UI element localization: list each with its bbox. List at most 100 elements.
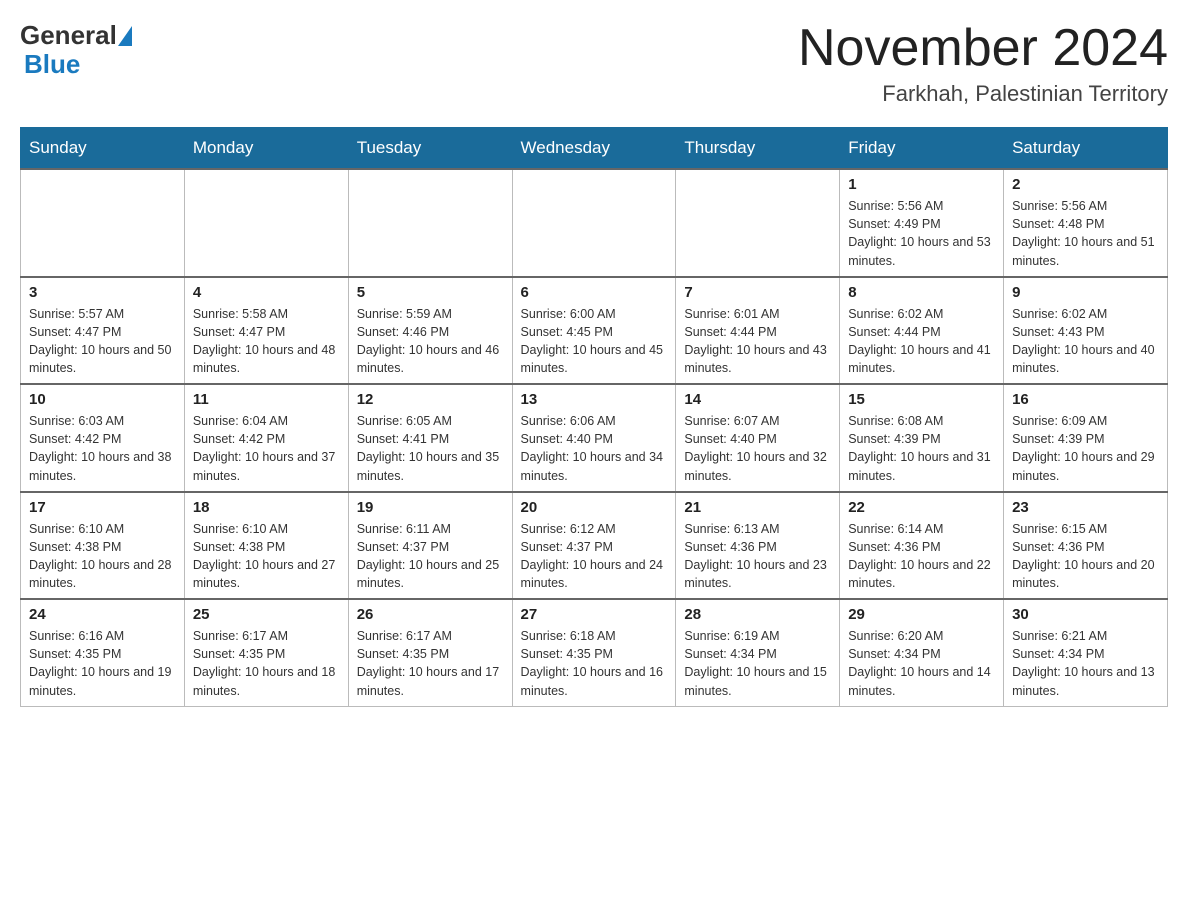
day-info: Sunrise: 5:56 AM Sunset: 4:49 PM Dayligh… [848,197,995,270]
day-info: Sunrise: 6:05 AM Sunset: 4:41 PM Dayligh… [357,412,504,485]
calendar-header-sunday: Sunday [21,128,185,170]
day-info: Sunrise: 6:17 AM Sunset: 4:35 PM Dayligh… [357,627,504,700]
page-header: General Blue November 2024 Farkhah, Pale… [20,20,1168,107]
day-info: Sunrise: 6:10 AM Sunset: 4:38 PM Dayligh… [193,520,340,593]
day-info: Sunrise: 6:01 AM Sunset: 4:44 PM Dayligh… [684,305,831,378]
calendar-cell: 21 Sunrise: 6:13 AM Sunset: 4:36 PM Dayli… [676,492,840,600]
day-info: Sunrise: 5:57 AM Sunset: 4:47 PM Dayligh… [29,305,176,378]
day-number: 19 [357,499,504,516]
day-number: 30 [1012,606,1159,623]
logo: General Blue [20,20,133,80]
calendar-cell: 3Sunrise: 5:57 AM Sunset: 4:47 PM Daylig… [21,277,185,385]
calendar-cell: 28Sunrise: 6:19 AM Sunset: 4:34 PM Dayli… [676,599,840,706]
day-number: 13 [521,391,668,408]
day-number: 7 [684,284,831,301]
week-row-4: 17Sunrise: 6:10 AM Sunset: 4:38 PM Dayli… [21,492,1168,600]
logo-blue-text: Blue [20,49,80,80]
day-info: Sunrise: 6:21 AM Sunset: 4:34 PM Dayligh… [1012,627,1159,700]
calendar-cell: 13 Sunrise: 6:06 AM Sunset: 4:40 PM Dayli… [512,384,676,492]
day-info: Sunrise: 6:17 AM Sunset: 4:35 PM Dayligh… [193,627,340,700]
calendar-cell: 18 Sunrise: 6:10 AM Sunset: 4:38 PM Dayli… [184,492,348,600]
day-number: 18 [193,499,340,516]
day-info: Sunrise: 6:14 AM Sunset: 4:36 PM Dayligh… [848,520,995,593]
day-info: Sunrise: 6:06 AM Sunset: 4:40 PM Dayligh… [521,412,668,485]
day-info: Sunrise: 5:56 AM Sunset: 4:48 PM Dayligh… [1012,197,1159,270]
day-info: Sunrise: 6:18 AM Sunset: 4:35 PM Dayligh… [521,627,668,700]
day-number: 22 [848,499,995,516]
day-number: 21 [684,499,831,516]
calendar-table: SundayMondayTuesdayWednesdayThursdayFrid… [20,127,1168,707]
calendar-header-friday: Friday [840,128,1004,170]
calendar-cell: 30 Sunrise: 6:21 AM Sunset: 4:34 PM Dayli… [1004,599,1168,706]
calendar-cell: 10 Sunrise: 6:03 AM Sunset: 4:42 PM Dayli… [21,384,185,492]
calendar-header-row: SundayMondayTuesdayWednesdayThursdayFrid… [21,128,1168,170]
week-row-5: 24Sunrise: 6:16 AM Sunset: 4:35 PM Dayli… [21,599,1168,706]
day-info: Sunrise: 6:11 AM Sunset: 4:37 PM Dayligh… [357,520,504,593]
calendar-cell [348,169,512,277]
calendar-cell: 26 Sunrise: 6:17 AM Sunset: 4:35 PM Dayli… [348,599,512,706]
calendar-cell: 25 Sunrise: 6:17 AM Sunset: 4:35 PM Dayli… [184,599,348,706]
calendar-header-tuesday: Tuesday [348,128,512,170]
day-info: Sunrise: 6:00 AM Sunset: 4:45 PM Dayligh… [521,305,668,378]
day-number: 9 [1012,284,1159,301]
day-number: 27 [521,606,668,623]
calendar-cell: 19 Sunrise: 6:11 AM Sunset: 4:37 PM Dayli… [348,492,512,600]
calendar-cell [21,169,185,277]
calendar-cell: 16Sunrise: 6:09 AM Sunset: 4:39 PM Dayli… [1004,384,1168,492]
day-info: Sunrise: 6:12 AM Sunset: 4:37 PM Dayligh… [521,520,668,593]
calendar-header-thursday: Thursday [676,128,840,170]
calendar-cell: 12 Sunrise: 6:05 AM Sunset: 4:41 PM Dayli… [348,384,512,492]
day-info: Sunrise: 6:02 AM Sunset: 4:43 PM Dayligh… [1012,305,1159,378]
calendar-cell [676,169,840,277]
day-number: 29 [848,606,995,623]
calendar-cell: 1Sunrise: 5:56 AM Sunset: 4:49 PM Daylig… [840,169,1004,277]
location-text: Farkhah, Palestinian Territory [798,81,1168,107]
logo-triangle-icon [118,26,132,46]
day-number: 10 [29,391,176,408]
day-number: 20 [521,499,668,516]
day-number: 14 [684,391,831,408]
day-info: Sunrise: 6:16 AM Sunset: 4:35 PM Dayligh… [29,627,176,700]
day-number: 25 [193,606,340,623]
day-number: 26 [357,606,504,623]
calendar-cell: 5 Sunrise: 5:59 AM Sunset: 4:46 PM Daylig… [348,277,512,385]
calendar-cell: 23Sunrise: 6:15 AM Sunset: 4:36 PM Dayli… [1004,492,1168,600]
calendar-cell: 8 Sunrise: 6:02 AM Sunset: 4:44 PM Daylig… [840,277,1004,385]
day-info: Sunrise: 6:13 AM Sunset: 4:36 PM Dayligh… [684,520,831,593]
week-row-2: 3Sunrise: 5:57 AM Sunset: 4:47 PM Daylig… [21,277,1168,385]
calendar-cell: 9 Sunrise: 6:02 AM Sunset: 4:43 PM Daylig… [1004,277,1168,385]
week-row-1: 1Sunrise: 5:56 AM Sunset: 4:49 PM Daylig… [21,169,1168,277]
week-row-3: 10 Sunrise: 6:03 AM Sunset: 4:42 PM Dayli… [21,384,1168,492]
calendar-cell: 11 Sunrise: 6:04 AM Sunset: 4:42 PM Dayli… [184,384,348,492]
day-number: 5 [357,284,504,301]
calendar-cell: 22 Sunrise: 6:14 AM Sunset: 4:36 PM Dayli… [840,492,1004,600]
day-number: 15 [848,391,995,408]
calendar-cell: 27 Sunrise: 6:18 AM Sunset: 4:35 PM Dayli… [512,599,676,706]
day-number: 28 [684,606,831,623]
calendar-cell: 7 Sunrise: 6:01 AM Sunset: 4:44 PM Daylig… [676,277,840,385]
calendar-cell: 14Sunrise: 6:07 AM Sunset: 4:40 PM Dayli… [676,384,840,492]
day-info: Sunrise: 6:02 AM Sunset: 4:44 PM Dayligh… [848,305,995,378]
day-number: 16 [1012,391,1159,408]
day-number: 6 [521,284,668,301]
calendar-cell: 24Sunrise: 6:16 AM Sunset: 4:35 PM Dayli… [21,599,185,706]
day-info: Sunrise: 6:03 AM Sunset: 4:42 PM Dayligh… [29,412,176,485]
title-area: November 2024 Farkhah, Palestinian Terri… [798,20,1168,107]
calendar-header-monday: Monday [184,128,348,170]
day-info: Sunrise: 5:59 AM Sunset: 4:46 PM Dayligh… [357,305,504,378]
day-number: 12 [357,391,504,408]
calendar-cell: 20 Sunrise: 6:12 AM Sunset: 4:37 PM Dayli… [512,492,676,600]
calendar-cell [184,169,348,277]
day-number: 23 [1012,499,1159,516]
day-info: Sunrise: 6:10 AM Sunset: 4:38 PM Dayligh… [29,520,176,593]
day-info: Sunrise: 6:08 AM Sunset: 4:39 PM Dayligh… [848,412,995,485]
day-info: Sunrise: 5:58 AM Sunset: 4:47 PM Dayligh… [193,305,340,378]
calendar-cell: 17Sunrise: 6:10 AM Sunset: 4:38 PM Dayli… [21,492,185,600]
day-info: Sunrise: 6:04 AM Sunset: 4:42 PM Dayligh… [193,412,340,485]
day-number: 2 [1012,176,1159,193]
day-number: 11 [193,391,340,408]
calendar-header-saturday: Saturday [1004,128,1168,170]
day-info: Sunrise: 6:20 AM Sunset: 4:34 PM Dayligh… [848,627,995,700]
calendar-cell: 4Sunrise: 5:58 AM Sunset: 4:47 PM Daylig… [184,277,348,385]
day-number: 8 [848,284,995,301]
